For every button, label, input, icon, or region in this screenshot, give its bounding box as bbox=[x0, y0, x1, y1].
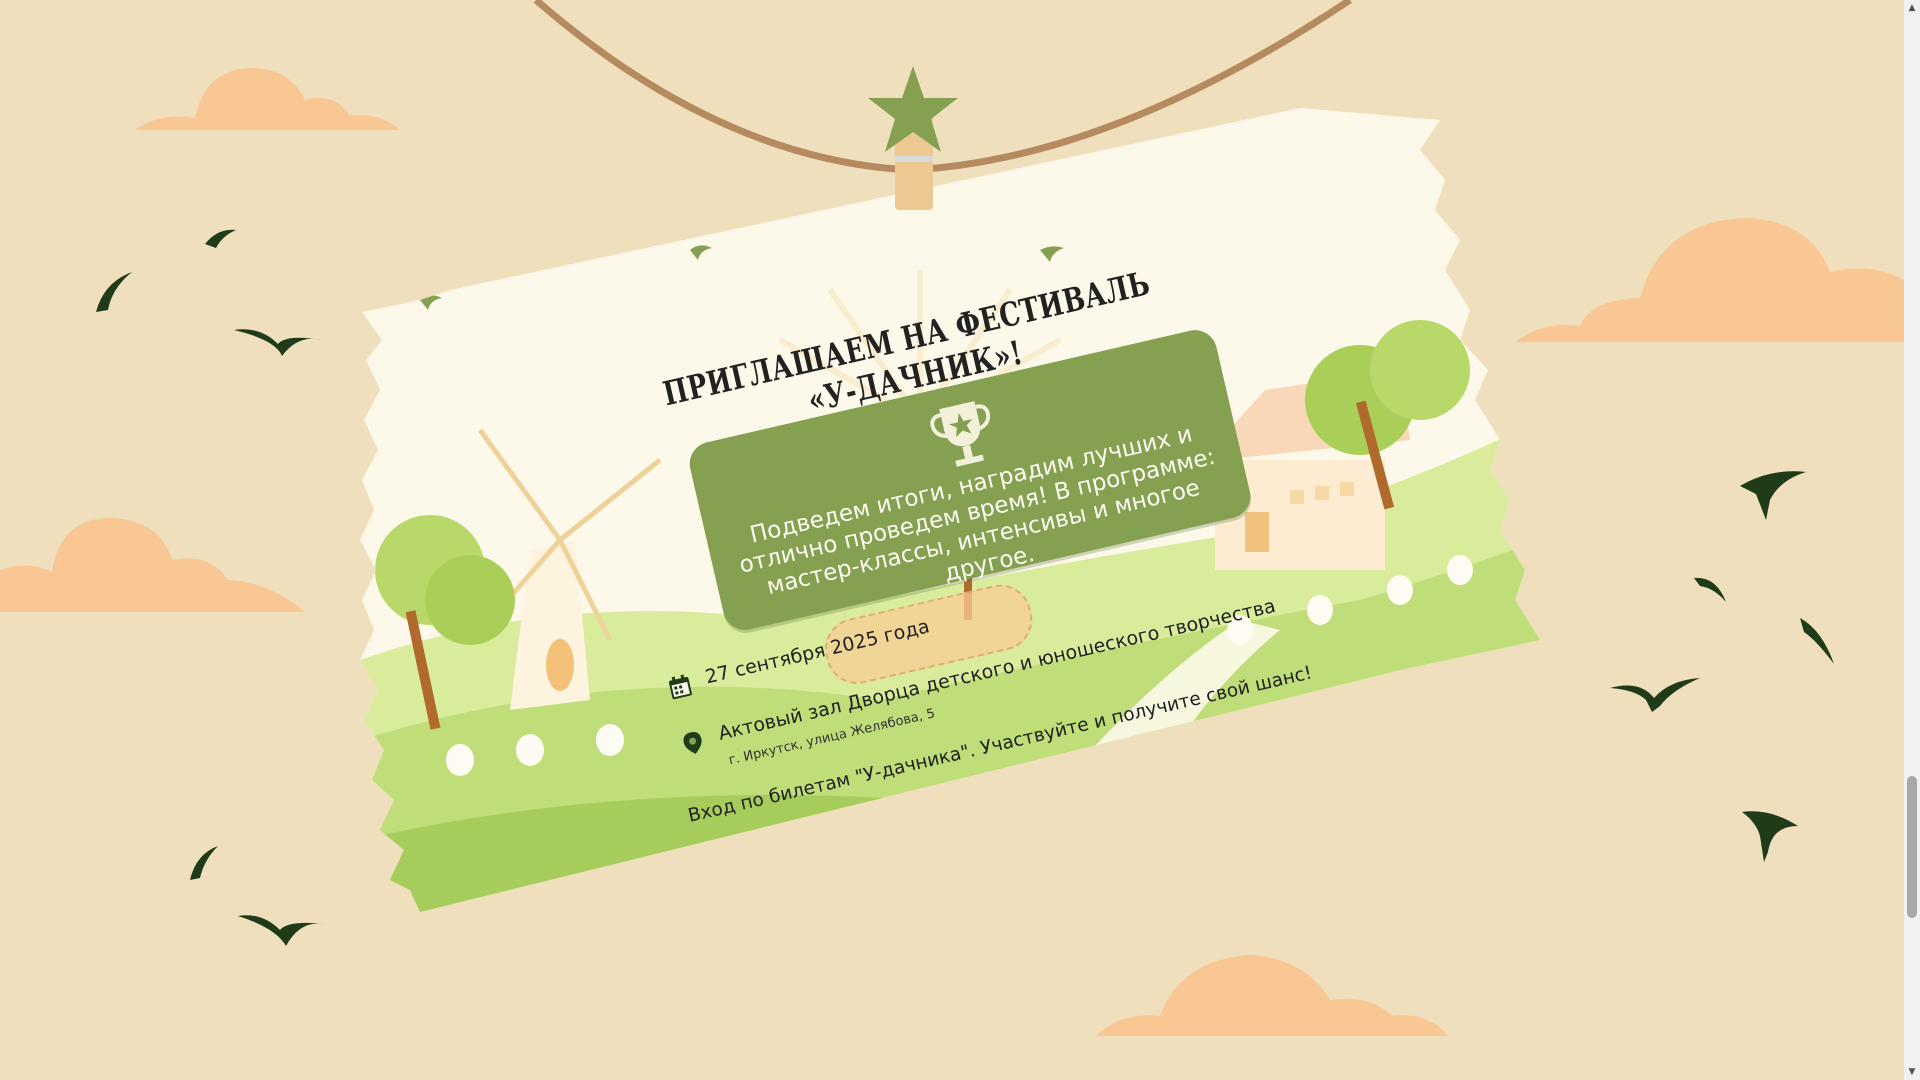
scroll-up-arrow-icon[interactable]: ▲ bbox=[1904, 0, 1920, 16]
festival-scene: Приглашаем на фестиваль «У-дачник»! Подв… bbox=[0, 0, 1904, 1080]
trophy-icon bbox=[930, 401, 991, 467]
scrollbar-thumb[interactable] bbox=[1907, 776, 1917, 918]
scroll-down-arrow-icon[interactable]: ▼ bbox=[1904, 1064, 1920, 1080]
page-scrollbar[interactable]: ▲ ▼ bbox=[1904, 0, 1920, 1080]
location-pin-icon bbox=[683, 732, 702, 754]
star-icon bbox=[868, 66, 958, 152]
calendar-icon bbox=[668, 674, 692, 700]
